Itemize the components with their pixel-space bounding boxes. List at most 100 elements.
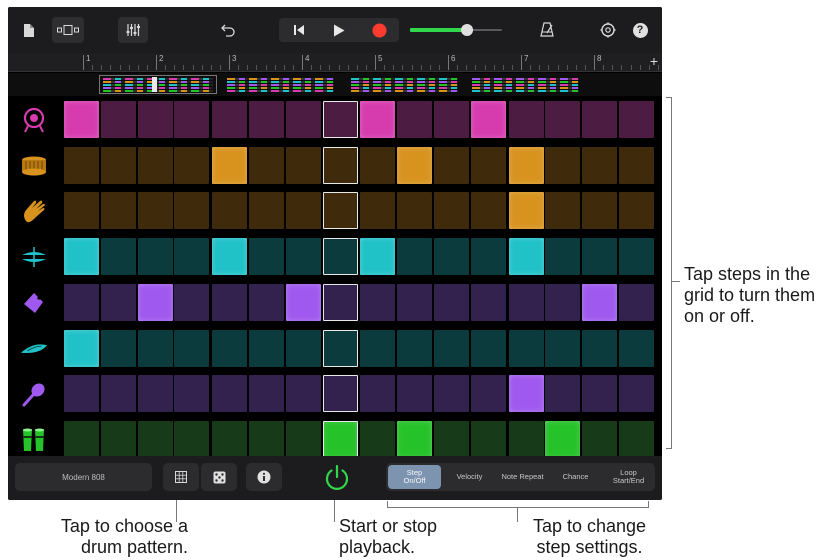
step-off[interactable] [470, 329, 506, 367]
step-off[interactable] [545, 146, 581, 184]
step-on[interactable] [137, 283, 173, 321]
add-pattern-button[interactable]: + [650, 53, 658, 69]
step-off[interactable] [434, 101, 469, 138]
segment-velocity[interactable]: Velocity [443, 463, 496, 491]
step-off[interactable] [434, 375, 469, 413]
settings-icon[interactable] [597, 17, 619, 43]
record-icon[interactable] [359, 18, 399, 42]
step-off[interactable] [137, 238, 173, 276]
step-off[interactable] [322, 192, 358, 230]
step-off[interactable] [360, 283, 396, 321]
step-off[interactable] [285, 238, 321, 276]
step-off[interactable] [397, 192, 433, 230]
step-on[interactable] [212, 146, 248, 184]
step-off[interactable] [285, 101, 321, 138]
step-off[interactable] [619, 238, 654, 276]
step-off[interactable] [174, 101, 210, 138]
step-off[interactable] [212, 329, 248, 367]
pattern-overview[interactable] [8, 73, 662, 96]
step-off[interactable] [470, 192, 506, 230]
step-off[interactable] [100, 283, 136, 321]
step-on[interactable] [508, 375, 544, 413]
step-off[interactable] [545, 283, 581, 321]
step-off[interactable] [434, 329, 469, 367]
step-off[interactable] [619, 192, 654, 230]
step-off[interactable] [212, 192, 248, 230]
step-off[interactable] [249, 283, 284, 321]
step-off[interactable] [100, 375, 136, 413]
step-off[interactable] [582, 238, 618, 276]
step-off[interactable] [64, 192, 99, 230]
step-off[interactable] [322, 101, 358, 138]
step-off[interactable] [100, 329, 136, 367]
step-off[interactable] [322, 329, 358, 367]
step-off[interactable] [100, 192, 136, 230]
step-on[interactable] [64, 329, 99, 367]
step-off[interactable] [470, 146, 506, 184]
step-off[interactable] [470, 375, 506, 413]
info-icon[interactable] [246, 463, 282, 491]
step-on[interactable] [470, 101, 506, 138]
mixer-icon[interactable] [118, 17, 148, 43]
step-off[interactable] [397, 283, 433, 321]
overview-pattern-block[interactable] [348, 76, 461, 93]
step-off[interactable] [470, 420, 506, 458]
step-off[interactable] [174, 375, 210, 413]
power-icon[interactable] [319, 461, 355, 495]
overview-pattern-block[interactable] [224, 76, 337, 93]
step-off[interactable] [619, 420, 654, 458]
step-off[interactable] [137, 192, 173, 230]
step-off[interactable] [360, 329, 396, 367]
step-off[interactable] [137, 329, 173, 367]
step-off[interactable] [100, 101, 136, 138]
segment-step-on-off[interactable]: Step On/Off [388, 465, 441, 489]
step-off[interactable] [582, 192, 618, 230]
conga-icon[interactable] [20, 426, 48, 454]
step-off[interactable] [174, 146, 210, 184]
step-off[interactable] [64, 375, 99, 413]
step-off[interactable] [285, 146, 321, 184]
step-off[interactable] [619, 146, 654, 184]
step-off[interactable] [470, 238, 506, 276]
step-off[interactable] [137, 146, 173, 184]
step-off[interactable] [582, 101, 618, 138]
overview-pattern-block[interactable] [99, 75, 217, 94]
step-off[interactable] [249, 329, 284, 367]
step-off[interactable] [249, 101, 284, 138]
step-off[interactable] [249, 375, 284, 413]
step-off[interactable] [64, 420, 99, 458]
step-off[interactable] [212, 283, 248, 321]
step-off[interactable] [100, 238, 136, 276]
step-off[interactable] [174, 283, 210, 321]
step-off[interactable] [545, 192, 581, 230]
step-off[interactable] [582, 329, 618, 367]
step-off[interactable] [249, 146, 284, 184]
undo-icon[interactable] [218, 17, 238, 43]
segment-loop-start-end[interactable]: Loop Start/End [602, 463, 655, 491]
maraca-icon[interactable] [20, 380, 48, 408]
step-off[interactable] [174, 238, 210, 276]
step-off[interactable] [619, 375, 654, 413]
overview-pattern-block[interactable] [469, 76, 582, 93]
step-on[interactable] [582, 283, 618, 321]
step-off[interactable] [322, 375, 358, 413]
cowbell-icon[interactable] [20, 289, 48, 317]
cymbal-icon[interactable] [20, 335, 48, 363]
step-off[interactable] [508, 101, 544, 138]
step-off[interactable] [249, 192, 284, 230]
hand-clap-icon[interactable] [20, 197, 48, 225]
step-off[interactable] [137, 101, 173, 138]
step-off[interactable] [582, 375, 618, 413]
step-off[interactable] [322, 238, 358, 276]
step-off[interactable] [322, 283, 358, 321]
step-on[interactable] [285, 283, 321, 321]
step-off[interactable] [508, 283, 544, 321]
metronome-icon[interactable] [536, 17, 558, 43]
step-off[interactable] [360, 192, 396, 230]
step-off[interactable] [360, 375, 396, 413]
kick-drum-icon[interactable] [20, 106, 48, 134]
timeline-ruler[interactable]: 1 2 3 4 5 6 7 8 + [8, 53, 662, 72]
step-off[interactable] [212, 375, 248, 413]
step-on[interactable] [397, 420, 433, 458]
step-off[interactable] [470, 283, 506, 321]
